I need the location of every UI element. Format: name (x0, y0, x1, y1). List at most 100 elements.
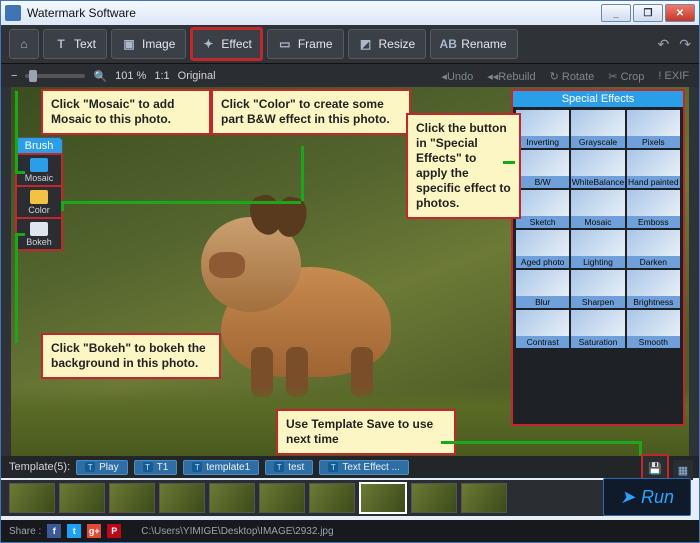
fx-contrast[interactable]: Contrast (516, 310, 569, 348)
googleplus-icon[interactable]: g+ (87, 524, 101, 538)
fx-hand-painted[interactable]: Hand painted (627, 150, 680, 188)
thumbnail-selected[interactable] (359, 482, 407, 514)
fx-darken[interactable]: Darken (627, 230, 680, 268)
template-item[interactable]: TT1 (134, 460, 178, 475)
share-label: Share : (9, 526, 41, 537)
zoom-in-button[interactable]: 🔍 (93, 70, 107, 83)
window-title: Watermark Software (27, 6, 136, 20)
home-button[interactable]: ⌂ (9, 29, 39, 59)
rename-icon: AB (441, 37, 455, 51)
template-item[interactable]: Ttemplate1 (183, 460, 259, 475)
fx-label: WhiteBalance (571, 176, 624, 188)
fx-sketch[interactable]: Sketch (516, 190, 569, 228)
effect-tool-button[interactable]: ✦Effect (190, 27, 262, 61)
fx-label: Mosaic (571, 216, 624, 228)
thumbnail[interactable] (309, 483, 355, 513)
zoom-slider[interactable] (25, 74, 85, 78)
fx-label: Smooth (627, 336, 680, 348)
minimize-button[interactable]: _ (601, 4, 631, 22)
brush-mosaic-button[interactable]: Mosaic (16, 154, 62, 186)
thumbnail[interactable] (59, 483, 105, 513)
leader-line (61, 201, 301, 204)
template-more-button[interactable]: ▦ (673, 460, 693, 480)
template-item-label: Text Effect ... (342, 462, 400, 473)
close-button[interactable]: ✕ (665, 4, 695, 22)
template-item[interactable]: Ttest (265, 460, 313, 475)
resize-tool-button[interactable]: ◩ Resize (348, 29, 427, 59)
fx-label: Pixels (627, 136, 680, 148)
fx-thumb (516, 110, 569, 136)
fx-brightness[interactable]: Brightness (627, 270, 680, 308)
fx-sharpen[interactable]: Sharpen (571, 270, 624, 308)
fx-smooth[interactable]: Smooth (627, 310, 680, 348)
thumbnail[interactable] (461, 483, 507, 513)
image-tool-button[interactable]: ▣Image (111, 29, 186, 59)
thumbnail[interactable] (159, 483, 205, 513)
rename-tool-button[interactable]: AB Rename (430, 29, 517, 59)
fx-thumb (627, 190, 680, 216)
frame-tool-button[interactable]: ▭Frame (267, 29, 344, 59)
undo-button[interactable]: ◂Undo (441, 70, 473, 83)
maximize-button[interactable]: ❐ (633, 4, 663, 22)
zoom-thumb[interactable] (29, 70, 37, 82)
callout-fx: Click the button in "Special Effects" to… (406, 113, 521, 219)
brush-color-button[interactable]: Color (16, 186, 62, 218)
leader-line (301, 146, 304, 201)
template-item[interactable]: T Text Effect ... (319, 460, 409, 475)
thumbnail[interactable] (9, 483, 55, 513)
titlebar: Watermark Software _ ❐ ✕ (1, 1, 699, 25)
brush-header: Brush (16, 138, 62, 154)
zoom-actual-button[interactable]: 1:1 (154, 70, 169, 82)
fx-thumb (571, 230, 624, 256)
fx-whitebalance[interactable]: WhiteBalance (571, 150, 624, 188)
zoom-original-button[interactable]: Original (178, 70, 216, 82)
file-path: C:\Users\YIMIGE\Desktop\IMAGE\2932.jpg (141, 526, 333, 537)
fx-mosaic[interactable]: Mosaic (571, 190, 624, 228)
resize-icon: ◩ (359, 37, 373, 51)
fx-label: Emboss (627, 216, 680, 228)
fx-label: Darken (627, 256, 680, 268)
fx-emboss[interactable]: Emboss (627, 190, 680, 228)
crop-button[interactable]: ✂ Crop (608, 70, 644, 83)
fx-inverting[interactable]: Inverting (516, 110, 569, 148)
rotate-button[interactable]: ↻ Rotate (550, 70, 595, 83)
rebuild-button[interactable]: ◂◂Rebuild (487, 70, 535, 83)
rename-tool-label: Rename (461, 37, 506, 51)
fx-saturation[interactable]: Saturation (571, 310, 624, 348)
fx-thumb (571, 110, 624, 136)
fx-b-w[interactable]: B/W (516, 150, 569, 188)
template-item[interactable]: TPlay (76, 460, 127, 475)
fx-blur[interactable]: Blur (516, 270, 569, 308)
undo-history-icon[interactable]: ↶ (658, 36, 670, 53)
fx-label: Sketch (516, 216, 569, 228)
template-item-label: T1 (157, 462, 169, 473)
facebook-icon[interactable]: f (47, 524, 61, 538)
app-icon (5, 5, 21, 21)
leader-line (503, 161, 515, 164)
mosaic-icon (30, 158, 48, 172)
redo-history-icon[interactable]: ↷ (679, 36, 691, 53)
run-button[interactable]: ➤ Run (603, 478, 691, 516)
thumbnail[interactable] (411, 483, 457, 513)
template-badge-icon: T (328, 462, 338, 472)
fx-lighting[interactable]: Lighting (571, 230, 624, 268)
zoom-out-button[interactable]: − (11, 70, 17, 82)
thumbnail[interactable] (209, 483, 255, 513)
thumbnail[interactable] (259, 483, 305, 513)
brush-color-label: Color (28, 205, 50, 215)
pinterest-icon[interactable]: P (107, 524, 121, 538)
thumbnail-strip[interactable] (1, 480, 619, 516)
image-icon: ▣ (122, 37, 136, 51)
fx-grayscale[interactable]: Grayscale (571, 110, 624, 148)
fx-label: Inverting (516, 136, 569, 148)
twitter-icon[interactable]: t (67, 524, 81, 538)
fx-pixels[interactable]: Pixels (627, 110, 680, 148)
template-label: Template(5): (9, 461, 70, 473)
text-tool-button[interactable]: TText (43, 29, 107, 59)
exif-button[interactable]: ! EXIF (658, 70, 689, 82)
fx-aged-photo[interactable]: Aged photo (516, 230, 569, 268)
template-item-label: template1 (206, 462, 250, 473)
fx-label: Contrast (516, 336, 569, 348)
thumbnail[interactable] (109, 483, 155, 513)
resize-tool-label: Resize (379, 37, 416, 51)
